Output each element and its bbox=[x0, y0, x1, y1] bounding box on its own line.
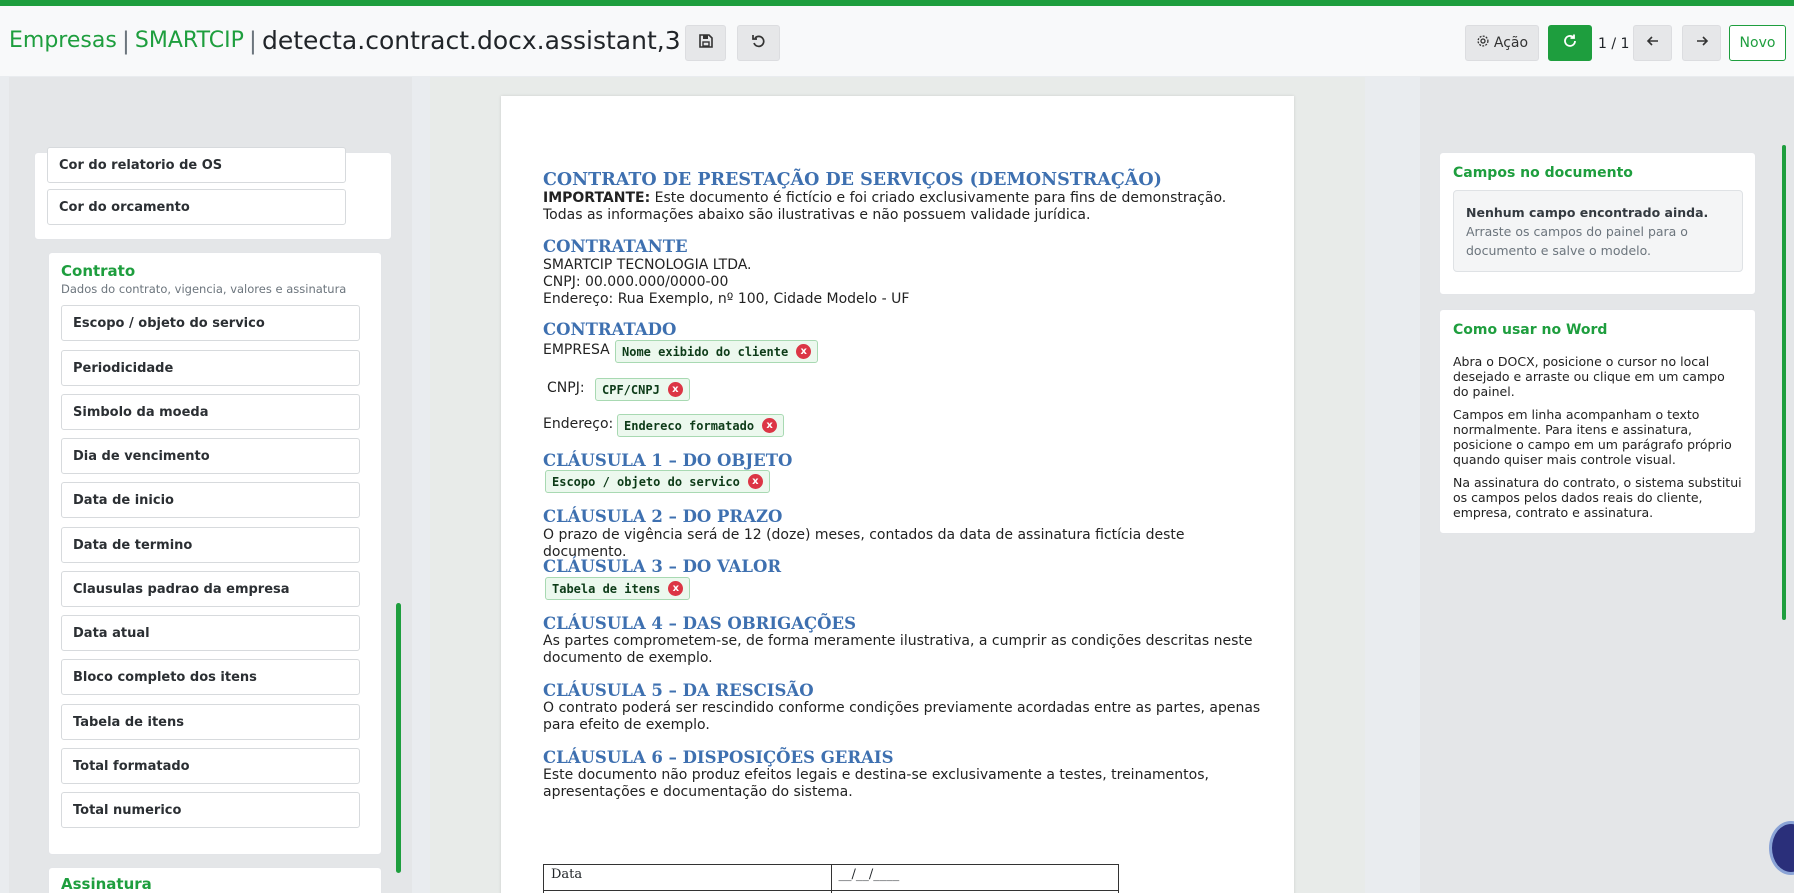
breadcrumb-empresas[interactable]: Empresas bbox=[9, 28, 117, 53]
tag-label: Tabela de itens bbox=[552, 581, 661, 596]
field-item[interactable]: Simbolo da moeda bbox=[61, 394, 360, 430]
field-tag-escopo[interactable]: Escopo / objeto do servico x bbox=[545, 470, 770, 493]
assinatura-section-title: Assinatura bbox=[61, 875, 152, 893]
empty-state-title: Nenhum campo encontrado ainda. bbox=[1466, 205, 1709, 220]
field-item[interactable]: Data de inicio bbox=[61, 482, 360, 518]
tag-label: CPF/CNPJ bbox=[602, 382, 660, 397]
field-item[interactable]: Tabela de itens bbox=[61, 704, 360, 740]
cnpj-label: CNPJ: bbox=[547, 380, 585, 396]
signature-table: Data __/__/____ bbox=[543, 864, 1119, 893]
field-tag-tabela-itens[interactable]: Tabela de itens x bbox=[545, 577, 691, 600]
remove-tag-icon[interactable]: x bbox=[762, 418, 778, 433]
pager-value: 1 / 1 bbox=[1598, 36, 1630, 52]
field-item[interactable]: Data de termino bbox=[61, 527, 360, 563]
how-to-paragraph: Abra o DOCX, posicione o cursor no local… bbox=[1453, 354, 1725, 399]
action-label: Ação bbox=[1493, 35, 1529, 51]
breadcrumb-separator: | bbox=[121, 26, 130, 55]
new-record-button[interactable]: Novo bbox=[1729, 25, 1786, 61]
field-item[interactable]: Periodicidade bbox=[61, 350, 360, 386]
contrato-section: Contrato Dados do contrato, vigencia, va… bbox=[48, 252, 382, 855]
remove-tag-icon[interactable]: x bbox=[667, 382, 683, 397]
remove-tag-icon[interactable]: x bbox=[668, 581, 684, 596]
clausula-1-heading: CLÁUSULA 1 – DO OBJETO bbox=[543, 451, 793, 470]
breadcrumb-separator: | bbox=[248, 26, 257, 55]
contratante-line: SMARTCIP TECNOLOGIA LTDA. bbox=[543, 257, 752, 273]
field-item[interactable]: Dia de vencimento bbox=[61, 438, 360, 474]
contratante-heading: CONTRATANTE bbox=[543, 237, 688, 256]
field-item[interactable]: Total formatado bbox=[61, 748, 360, 784]
contratante-line: CNPJ: 00.000.000/0000-00 bbox=[543, 274, 729, 290]
fields-panel: Cor do relatorio de OS Cor do orcamento … bbox=[9, 77, 412, 893]
empresa-label: EMPRESA bbox=[543, 342, 610, 358]
breadcrumb-current: detecta.contract.docx.assistant,3 bbox=[261, 26, 681, 55]
table-row: Data __/__/____ bbox=[543, 864, 1119, 891]
document-fields-title: Campos no documento bbox=[1453, 165, 1633, 181]
clausula-5-heading: CLÁUSULA 5 – DA RESCISÃO bbox=[543, 681, 814, 700]
document-title: CONTRATO DE PRESTAÇÃO DE SERVIÇOS (DEMON… bbox=[543, 170, 1162, 190]
contratante-line: Endereço: Rua Exemplo, nº 100, Cidade Mo… bbox=[543, 291, 910, 307]
breadcrumb: Empresas | SMARTCIP | detecta.contract.d… bbox=[9, 26, 681, 55]
assinatura-section: Assinatura bbox=[48, 867, 382, 893]
action-menu-button[interactable]: Ação bbox=[1465, 25, 1539, 61]
discard-button[interactable] bbox=[737, 25, 780, 61]
tag-label: Escopo / objeto do servico bbox=[552, 474, 740, 489]
page-scrollbar[interactable] bbox=[1782, 145, 1786, 620]
refresh-button[interactable] bbox=[1548, 25, 1592, 61]
empty-state: Nenhum campo encontrado ainda. Arraste o… bbox=[1453, 190, 1743, 272]
endereco-label: Endereço: bbox=[543, 416, 614, 432]
field-item[interactable]: Clausulas padrao da empresa bbox=[61, 571, 360, 607]
save-button[interactable] bbox=[685, 25, 726, 61]
field-cor-relatorio-os[interactable]: Cor do relatorio de OS bbox=[47, 147, 346, 183]
previous-record-button[interactable] bbox=[1633, 25, 1672, 61]
contrato-section-title: Contrato bbox=[61, 262, 136, 280]
field-item[interactable]: Escopo / objeto do servico bbox=[61, 305, 360, 341]
field-tag-nome-cliente[interactable]: Nome exibido do cliente x bbox=[615, 340, 819, 363]
clausula-2-text: O prazo de vigência será de 12 (doze) me… bbox=[543, 527, 1185, 560]
gear-icon bbox=[1476, 34, 1490, 52]
how-to-card: Como usar no Word Abra o DOCX, posicione… bbox=[1439, 309, 1756, 534]
remove-tag-icon[interactable]: x bbox=[796, 344, 812, 359]
clausula-5-text: O contrato poderá ser rescindido conform… bbox=[543, 700, 1261, 733]
clausula-2-heading: CLÁUSULA 2 – DO PRAZO bbox=[543, 507, 783, 526]
document-preview: CONTRATO DE PRESTAÇÃO DE SERVIÇOS (DEMON… bbox=[430, 77, 1365, 893]
table-cell-value: __/__/____ bbox=[830, 864, 1119, 891]
field-tag-endereco[interactable]: Endereco formatado x bbox=[617, 414, 785, 437]
clausula-3-heading: CLÁUSULA 3 – DO VALOR bbox=[543, 557, 782, 576]
important-notice: IMPORTANTE: Este documento é fictício e … bbox=[543, 190, 1263, 224]
contrato-section-subtitle: Dados do contrato, vigencia, valores e a… bbox=[61, 282, 347, 296]
remove-tag-icon[interactable]: x bbox=[747, 474, 763, 489]
field-item[interactable]: Total numerico bbox=[61, 792, 360, 828]
clausula-4-heading: CLÁUSULA 4 – DAS OBRIGAÇÕES bbox=[543, 614, 857, 633]
table-cell-label: Data bbox=[543, 864, 832, 891]
tag-label: Endereco formatado bbox=[624, 418, 755, 433]
contratado-heading: CONTRATADO bbox=[543, 320, 677, 339]
tag-label: Nome exibido do cliente bbox=[622, 344, 789, 359]
clausula-4-text: As partes comprometem-se, de forma meram… bbox=[543, 633, 1253, 666]
how-to-paragraph: Na assinatura do contrato, o sistema sub… bbox=[1453, 475, 1742, 520]
field-item[interactable]: Bloco completo dos itens bbox=[61, 659, 360, 695]
how-to-title: Como usar no Word bbox=[1453, 322, 1608, 338]
field-cor-orcamento[interactable]: Cor do orcamento bbox=[47, 189, 346, 225]
next-record-button[interactable] bbox=[1682, 25, 1721, 61]
arrow-left-icon bbox=[1645, 33, 1661, 53]
empty-state-text: Arraste os campos do painel para o docum… bbox=[1466, 224, 1688, 258]
clausula-6-heading: CLÁUSULA 6 – DISPOSIÇÕES GERAIS bbox=[543, 748, 894, 767]
refresh-icon bbox=[1562, 33, 1578, 53]
arrow-right-icon bbox=[1694, 33, 1710, 53]
clausula-6-text: Este documento não produz efeitos legais… bbox=[543, 767, 1209, 800]
undo-icon bbox=[751, 33, 767, 53]
cores-card: Cor do relatorio de OS Cor do orcamento bbox=[34, 147, 392, 240]
field-item[interactable]: Data atual bbox=[61, 615, 360, 651]
docx-page: CONTRATO DE PRESTAÇÃO DE SERVIÇOS (DEMON… bbox=[501, 96, 1294, 893]
control-panel-header: Empresas | SMARTCIP | detecta.contract.d… bbox=[0, 6, 1794, 76]
left-panel-scrollbar[interactable] bbox=[396, 603, 401, 873]
how-to-paragraph: Campos em linha acompanham o texto norma… bbox=[1453, 407, 1732, 467]
important-label: IMPORTANTE: bbox=[543, 190, 651, 206]
info-panel: Campos no documento Nenhum campo encontr… bbox=[1420, 77, 1794, 893]
field-tag-cpf-cnpj[interactable]: CPF/CNPJ x bbox=[595, 378, 690, 401]
floppy-disk-icon bbox=[698, 33, 714, 53]
breadcrumb-smartcip[interactable]: SMARTCIP bbox=[135, 28, 244, 53]
document-fields-card: Campos no documento Nenhum campo encontr… bbox=[1439, 152, 1756, 295]
